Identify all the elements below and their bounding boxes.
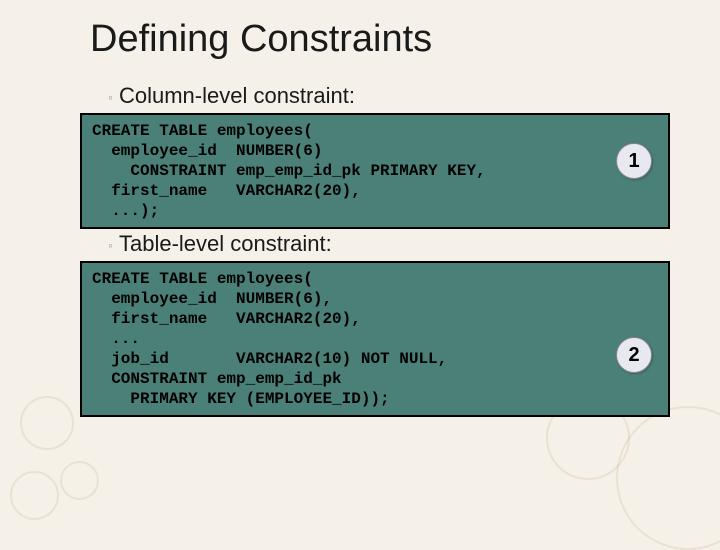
code-line: employee_id NUMBER(6) <box>92 142 322 160</box>
code-line: employee_id NUMBER(6), <box>92 290 332 308</box>
code-line: ...); <box>92 202 159 220</box>
code-line: CONSTRAINT emp_emp_id_pk PRIMARY KEY, <box>92 162 486 180</box>
section-heading-column-level: ◦ Column-level constraint: <box>108 83 690 109</box>
deco-circle <box>10 471 59 520</box>
code-line: ... <box>92 330 140 348</box>
code-block-table-level: CREATE TABLE employees( employee_id NUMB… <box>80 261 670 417</box>
code-line: CONSTRAINT emp_emp_id_pk <box>92 370 342 388</box>
badge-2: 2 <box>616 337 652 373</box>
code-line: CREATE TABLE employees( <box>92 122 313 140</box>
section-heading-table-level: ◦ Table-level constraint: <box>108 231 690 257</box>
code-line: first_name VARCHAR2(20), <box>92 182 361 200</box>
code-line: CREATE TABLE employees( <box>92 270 313 288</box>
code-line: first_name VARCHAR2(20), <box>92 310 361 328</box>
slide-title: Defining Constraints <box>90 18 690 61</box>
bullet-icon: ◦ <box>108 89 113 105</box>
slide-content: Defining Constraints ◦ Column-level const… <box>0 0 720 417</box>
badge-1: 1 <box>616 143 652 179</box>
code-line: PRIMARY KEY (EMPLOYEE_ID)); <box>92 390 390 408</box>
code-line: job_id VARCHAR2(10) NOT NULL, <box>92 350 447 368</box>
deco-circle <box>616 406 720 550</box>
code-block-column-level: CREATE TABLE employees( employee_id NUMB… <box>80 113 670 229</box>
section-label: Column-level constraint: <box>119 83 355 108</box>
bullet-icon: ◦ <box>108 237 113 253</box>
section-label: Table-level constraint: <box>119 231 332 256</box>
deco-circle <box>60 461 99 500</box>
